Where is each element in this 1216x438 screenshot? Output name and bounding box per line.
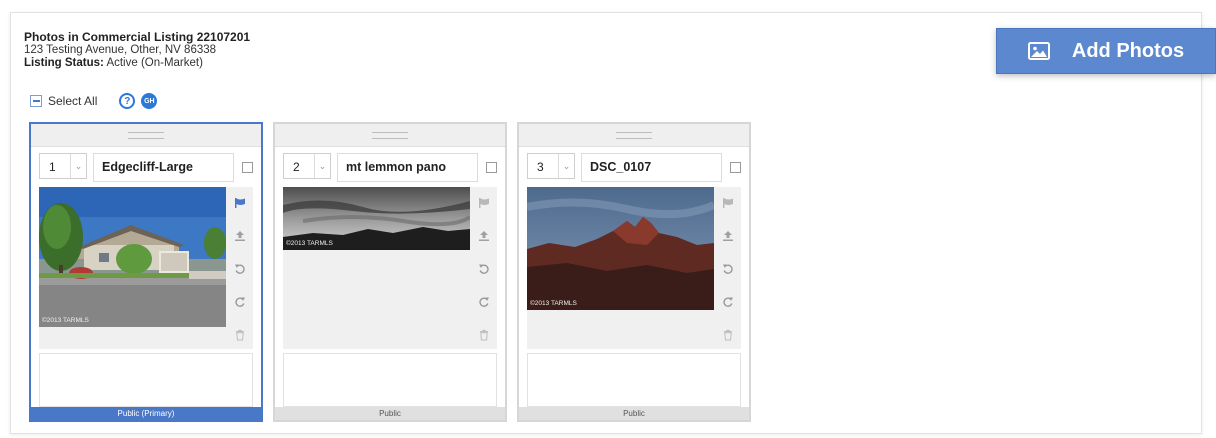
photo-card: 1 ⌄ Edgecliff-Large ©2013 TARMLS Public … bbox=[29, 122, 263, 422]
caption-field[interactable] bbox=[39, 353, 253, 407]
photo-order-value: 2 bbox=[293, 160, 300, 174]
photo-tools bbox=[714, 187, 741, 349]
photo-tools bbox=[226, 187, 253, 349]
flag-icon[interactable] bbox=[226, 189, 253, 218]
visibility-badge: Public (Primary) bbox=[31, 407, 261, 420]
select-all: Select All ? GH bbox=[30, 93, 158, 109]
rotate-left-icon[interactable] bbox=[226, 255, 253, 284]
drag-handle[interactable] bbox=[275, 124, 505, 147]
photo-tools bbox=[470, 187, 497, 349]
photo-select-checkbox[interactable] bbox=[486, 162, 497, 173]
upload-icon[interactable] bbox=[226, 222, 253, 251]
listing-status: Listing Status: Active (On-Market) bbox=[24, 57, 250, 70]
chevron-down-icon: ⌄ bbox=[314, 154, 330, 178]
photo-order-select[interactable]: 2 ⌄ bbox=[283, 153, 331, 179]
listing-status-value: Active (On-Market) bbox=[106, 57, 203, 69]
select-all-checkbox[interactable] bbox=[30, 95, 42, 107]
photo-select-checkbox[interactable] bbox=[730, 162, 741, 173]
photo-card: 2 ⌄ mt lemmon pano ©2013 TARMLS Public bbox=[273, 122, 507, 422]
rotate-right-icon[interactable] bbox=[470, 287, 497, 316]
rotate-right-icon[interactable] bbox=[226, 287, 253, 316]
photo-order-value: 1 bbox=[49, 160, 56, 174]
photo-area: ©2013 TARMLS bbox=[39, 187, 226, 349]
photo-watermark: ©2013 TARMLS bbox=[42, 317, 89, 324]
photo-order-select[interactable]: 3 ⌄ bbox=[527, 153, 575, 179]
help-icon[interactable]: ? bbox=[119, 93, 136, 109]
caption-field[interactable] bbox=[527, 353, 741, 407]
rotate-right-icon[interactable] bbox=[714, 287, 741, 316]
add-photos-button[interactable]: Add Photos bbox=[996, 28, 1216, 74]
photo-area: ©2013 TARMLS bbox=[283, 187, 470, 349]
photo-card: 3 ⌄ DSC_0107 ©2013 TARMLS Public bbox=[517, 122, 751, 422]
photo-thumbnail[interactable]: ©2013 TARMLS bbox=[283, 187, 470, 250]
image-icon bbox=[1027, 42, 1050, 60]
drag-handle[interactable] bbox=[519, 124, 749, 147]
rotate-left-icon[interactable] bbox=[714, 255, 741, 284]
add-photos-label: Add Photos bbox=[1071, 39, 1185, 62]
drag-handle[interactable] bbox=[31, 124, 261, 147]
photo-watermark: ©2013 TARMLS bbox=[286, 240, 333, 247]
photo-name-field[interactable]: mt lemmon pano bbox=[337, 153, 478, 182]
trash-icon[interactable] bbox=[714, 320, 741, 349]
photo-watermark: ©2013 TARMLS bbox=[530, 300, 577, 307]
photo-order-value: 3 bbox=[537, 160, 544, 174]
photo-thumbnail[interactable]: ©2013 TARMLS bbox=[39, 187, 226, 327]
caption-field[interactable] bbox=[283, 353, 497, 407]
gh-icon[interactable]: GH bbox=[141, 93, 158, 109]
select-all-label[interactable]: Select All bbox=[48, 94, 97, 108]
photo-select-checkbox[interactable] bbox=[242, 162, 253, 173]
photo-order-select[interactable]: 1 ⌄ bbox=[39, 153, 87, 179]
upload-icon[interactable] bbox=[714, 222, 741, 251]
photo-name-field[interactable]: DSC_0107 bbox=[581, 153, 722, 182]
listing-status-label: Listing Status: bbox=[24, 57, 104, 69]
chevron-down-icon: ⌄ bbox=[558, 154, 574, 178]
visibility-badge: Public bbox=[275, 407, 505, 420]
listing-address: 123 Testing Avenue, Other, NV 86338 bbox=[24, 44, 217, 56]
page-title: Photos in Commercial Listing 22107201 bbox=[24, 30, 251, 44]
rotate-left-icon[interactable] bbox=[470, 255, 497, 284]
photo-area: ©2013 TARMLS bbox=[527, 187, 714, 349]
flag-icon[interactable] bbox=[714, 189, 741, 218]
trash-icon[interactable] bbox=[226, 320, 253, 349]
photo-name-field[interactable]: Edgecliff-Large bbox=[93, 153, 234, 182]
listing-header: Photos in Commercial Listing 22107201 12… bbox=[24, 31, 250, 70]
upload-icon[interactable] bbox=[470, 222, 497, 251]
visibility-badge: Public bbox=[519, 407, 749, 420]
flag-icon[interactable] bbox=[470, 189, 497, 218]
trash-icon[interactable] bbox=[470, 320, 497, 349]
photo-thumbnail[interactable]: ©2013 TARMLS bbox=[527, 187, 714, 310]
chevron-down-icon: ⌄ bbox=[70, 154, 86, 178]
